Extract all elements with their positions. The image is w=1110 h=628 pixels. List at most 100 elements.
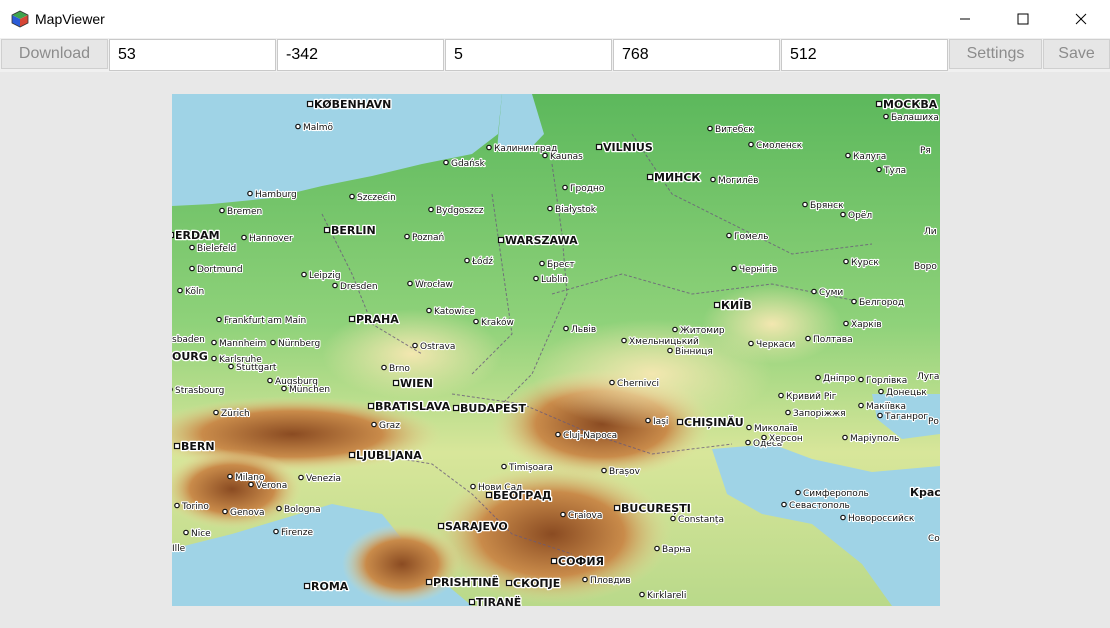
map-image[interactable]: KØBENHAVN Malmö МОСКВА Балашиха Калининград V… xyxy=(172,94,940,606)
cube-app-icon xyxy=(11,10,29,28)
place-marker xyxy=(713,301,721,309)
city-label: Ostrava xyxy=(420,342,455,352)
longitude-input[interactable]: -342 xyxy=(277,39,444,71)
place-marker xyxy=(437,522,445,530)
place-marker xyxy=(746,424,752,431)
place-marker xyxy=(748,340,754,347)
map-place: Hamburg xyxy=(247,189,298,201)
city-label: Балашиха xyxy=(891,113,939,123)
city-label: Bologna xyxy=(284,505,321,515)
place-marker xyxy=(213,409,219,416)
map-place: Gdańsk xyxy=(443,158,487,170)
place-marker xyxy=(332,282,338,289)
city-label: Горлівка xyxy=(866,376,907,386)
map-place: München xyxy=(281,384,331,396)
capital-label: МИНСК xyxy=(654,171,700,184)
city-label: Zürich xyxy=(221,409,250,419)
map-place: Севастополь xyxy=(781,500,851,512)
capital-label: SARAJEVO xyxy=(445,520,508,533)
city-label: Донецьк xyxy=(886,388,927,398)
map-place: Craiova xyxy=(560,510,603,522)
map-place: Constanța xyxy=(670,514,725,526)
place-marker xyxy=(211,339,217,346)
map-place: Stuttgart xyxy=(228,362,278,374)
city-label: Дніпро xyxy=(823,374,856,384)
city-label: Севастополь xyxy=(789,501,850,511)
map-place: Житомир xyxy=(672,325,726,337)
city-label: Iași xyxy=(653,417,668,427)
map-place: СОФИЯ xyxy=(550,554,605,569)
title-bar: MapViewer xyxy=(0,0,1110,38)
map-place: BUDAPEST xyxy=(452,401,528,416)
map-place: ERDAM xyxy=(172,228,221,243)
place-marker xyxy=(761,434,767,441)
city-label: Bremen xyxy=(227,207,262,217)
map-place: Чернігів xyxy=(731,264,778,276)
city-label: Маріуполь xyxy=(850,434,899,444)
place-marker xyxy=(247,190,253,197)
place-marker xyxy=(295,123,301,130)
city-label: Макіївка xyxy=(866,402,906,412)
map-place: KØBENHAVN xyxy=(306,97,393,112)
maximize-button[interactable] xyxy=(1000,0,1046,38)
place-marker xyxy=(745,439,751,446)
place-marker xyxy=(562,184,568,191)
place-marker xyxy=(301,271,307,278)
edge-place-label: Крас xyxy=(910,486,940,499)
city-label: Strasbourg xyxy=(175,386,224,396)
map-place: WIEN xyxy=(392,376,434,391)
map-place: Симферополь xyxy=(795,488,870,500)
place-marker xyxy=(781,501,787,508)
city-label: Hannover xyxy=(249,234,293,244)
city-label: Черкаси xyxy=(756,340,795,350)
place-marker xyxy=(371,421,377,428)
save-button[interactable]: Save xyxy=(1043,39,1110,69)
city-label: Wrocław xyxy=(415,280,453,290)
city-label: Харків xyxy=(851,320,882,330)
map-place: BUCUREȘTI xyxy=(613,501,692,516)
map-place: Таганрог xyxy=(877,411,929,423)
settings-button[interactable]: Settings xyxy=(949,39,1042,69)
place-marker xyxy=(428,206,434,213)
place-marker xyxy=(726,232,732,239)
map-place: Bydgoszcz xyxy=(428,205,485,217)
city-label: Torino xyxy=(181,502,209,512)
map-place: Хмельницький xyxy=(621,336,700,348)
map-place: Genova xyxy=(222,507,266,519)
place-marker xyxy=(505,579,513,587)
close-button[interactable] xyxy=(1058,0,1104,38)
place-marker xyxy=(843,258,849,265)
map-place: TIRANË xyxy=(468,594,523,606)
city-label: Stuttgart xyxy=(236,363,277,373)
city-label: Katowice xyxy=(434,307,475,317)
zoom-input[interactable]: 5 xyxy=(445,39,612,71)
height-input[interactable]: 512 xyxy=(781,39,948,71)
place-marker xyxy=(707,125,713,132)
minimize-button[interactable] xyxy=(942,0,988,38)
width-input[interactable]: 768 xyxy=(613,39,780,71)
city-label: Курск xyxy=(851,258,879,268)
place-marker xyxy=(645,417,651,424)
city-label: Gdańsk xyxy=(451,159,486,169)
map-place: CHIȘINĂU xyxy=(676,415,745,430)
place-marker xyxy=(443,159,449,166)
place-marker xyxy=(426,307,432,314)
place-marker xyxy=(539,260,545,267)
place-marker xyxy=(672,326,678,333)
city-label: Новороссийск xyxy=(848,514,915,524)
place-marker xyxy=(222,508,228,515)
city-label: Poznań xyxy=(412,233,444,243)
place-marker xyxy=(748,141,754,148)
download-button[interactable]: Download xyxy=(1,39,108,69)
city-label: Kırklareli xyxy=(647,591,686,601)
city-label: Hamburg xyxy=(255,190,297,200)
place-marker xyxy=(621,337,627,344)
place-marker xyxy=(858,402,864,409)
city-label: Симферополь xyxy=(803,489,869,499)
map-place: Смоленск xyxy=(748,140,804,152)
latitude-input[interactable]: 53 xyxy=(109,39,276,71)
capital-label: LJUBLJANA xyxy=(356,449,422,462)
map-place: Горлівка xyxy=(858,375,908,387)
place-marker xyxy=(795,489,801,496)
map-place: Wrocław xyxy=(407,279,454,291)
